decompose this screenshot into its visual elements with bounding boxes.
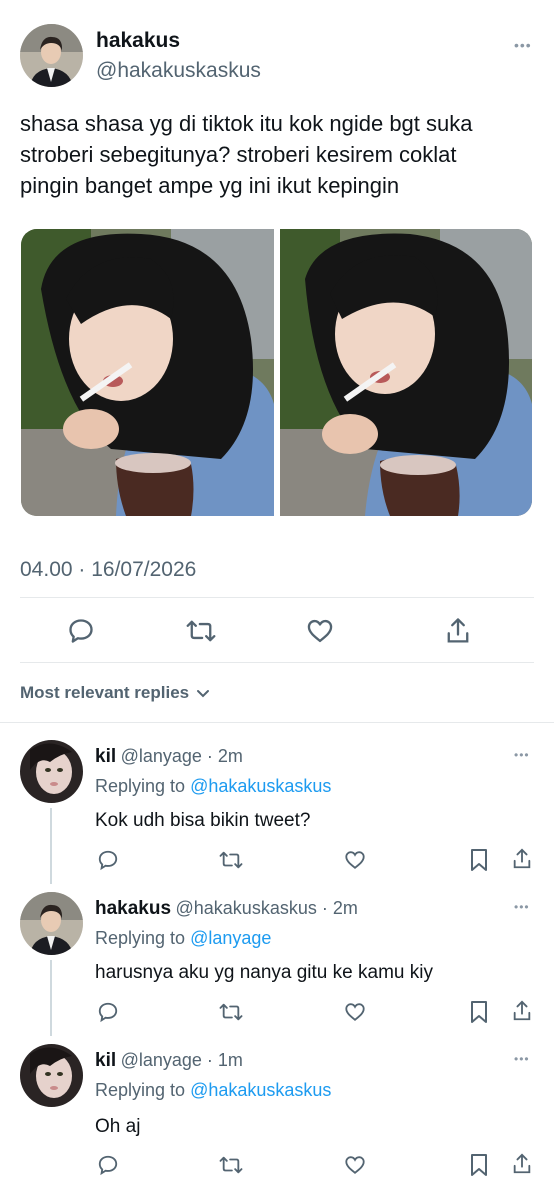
reply-text: Kok udh bisa bikin tweet? xyxy=(95,810,311,831)
reply-header: kil @lanyage · 2m xyxy=(95,746,243,768)
thread-line xyxy=(50,960,52,1036)
more-options-icon[interactable]: ••• xyxy=(514,38,532,52)
more-options-icon[interactable]: ••• xyxy=(514,901,530,913)
replying-to-prefix: Replying to xyxy=(95,776,191,796)
comment-icon[interactable] xyxy=(97,1001,119,1023)
reply-avatar[interactable] xyxy=(20,740,83,803)
like-icon[interactable] xyxy=(344,1154,366,1176)
replying-to-prefix: Replying to xyxy=(95,928,191,948)
bookmark-icon[interactable] xyxy=(469,1153,489,1177)
like-icon[interactable] xyxy=(344,1001,366,1023)
replying-to-link[interactable]: @hakakuskaskus xyxy=(190,1080,331,1100)
reply-author-meta[interactable]: @hakakuskaskus · 2m xyxy=(176,898,358,918)
divider xyxy=(20,662,534,663)
bookmark-icon[interactable] xyxy=(469,848,489,872)
retweet-icon[interactable] xyxy=(219,1154,243,1176)
tweet-timestamp[interactable]: 04.00 · 16/07/2026 xyxy=(20,558,196,582)
reply-author-meta[interactable]: @lanyage · 2m xyxy=(121,746,243,766)
replying-to: Replying to @lanyage xyxy=(95,928,271,949)
divider xyxy=(0,722,554,723)
reply-text: Oh aj xyxy=(95,1116,141,1137)
reply-avatar[interactable] xyxy=(20,892,83,955)
bookmark-icon[interactable] xyxy=(469,1000,489,1024)
like-icon[interactable] xyxy=(344,849,366,871)
comment-icon[interactable] xyxy=(97,849,119,871)
reply-header: kil @lanyage · 1m xyxy=(95,1050,243,1072)
author-avatar[interactable] xyxy=(20,24,83,87)
replying-to-link[interactable]: @hakakuskaskus xyxy=(190,776,331,796)
author-handle[interactable]: @hakakuskaskus xyxy=(96,59,261,83)
author-name[interactable]: hakakus xyxy=(96,29,180,53)
reply-text: harusnya aku yg nanya gitu ke kamu kiy xyxy=(95,962,433,983)
replying-to-prefix: Replying to xyxy=(95,1080,191,1100)
reply-author-meta[interactable]: @lanyage · 1m xyxy=(121,1050,243,1070)
reply-author-name[interactable]: kil xyxy=(95,746,116,767)
thread-line xyxy=(50,808,52,884)
tweet-text-line: stroberi sebegitunya? stroberi kesirem c… xyxy=(20,142,457,167)
share-icon[interactable] xyxy=(511,847,533,871)
retweet-icon[interactable] xyxy=(219,1001,243,1023)
tweet-media[interactable] xyxy=(21,229,532,516)
retweet-icon[interactable] xyxy=(219,849,243,871)
replies-sort-label: Most relevant replies xyxy=(20,683,190,702)
like-icon[interactable] xyxy=(306,617,334,645)
comment-icon[interactable] xyxy=(97,1154,119,1176)
share-icon[interactable] xyxy=(511,999,533,1023)
more-options-icon[interactable]: ••• xyxy=(514,1053,530,1065)
tweet-text-line: shasa shasa yg di tiktok itu kok ngide b… xyxy=(20,111,473,136)
media-photo[interactable] xyxy=(279,229,533,516)
reply-author-name[interactable]: hakakus xyxy=(95,898,171,919)
tweet-text-line: pingin banget ampe yg ini ikut kepingin xyxy=(20,173,400,198)
more-options-icon[interactable]: ••• xyxy=(514,749,530,761)
replying-to: Replying to @hakakuskaskus xyxy=(95,776,331,797)
replies-sort-dropdown[interactable]: Most relevant replies xyxy=(20,683,211,703)
reply-avatar[interactable] xyxy=(20,1044,83,1107)
retweet-icon[interactable] xyxy=(186,617,216,645)
media-photo[interactable] xyxy=(21,229,274,516)
divider xyxy=(20,597,534,598)
comment-icon[interactable] xyxy=(67,617,95,645)
share-icon[interactable] xyxy=(444,616,472,646)
reply-author-name[interactable]: kil xyxy=(95,1050,116,1071)
share-icon[interactable] xyxy=(511,1152,533,1176)
chevron-down-icon xyxy=(197,690,210,698)
replying-to-link[interactable]: @lanyage xyxy=(190,928,271,948)
reply-header: hakakus @hakakuskaskus · 2m xyxy=(95,898,358,920)
replying-to: Replying to @hakakuskaskus xyxy=(95,1080,331,1101)
tweet-text: shasa shasa yg di tiktok itu kok ngide b… xyxy=(20,108,540,201)
